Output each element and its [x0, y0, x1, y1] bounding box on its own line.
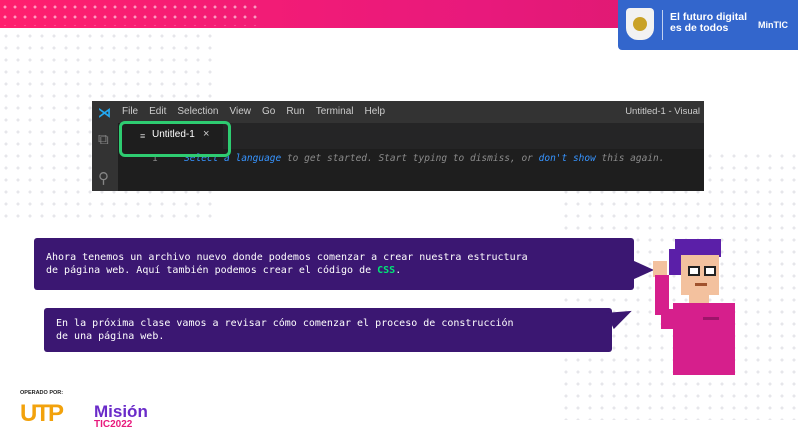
tab-highlight-box [119, 121, 231, 157]
dont-show-link[interactable]: don't show [539, 153, 596, 164]
menu-terminal[interactable]: Terminal [316, 106, 354, 117]
gov-divider [662, 10, 663, 40]
menu-selection[interactable]: Selection [177, 106, 218, 117]
gov-slogan: El futuro digital es de todos [670, 11, 747, 34]
operated-by-label: OPERADO POR: [20, 390, 64, 396]
explorer-files-icon[interactable]: ⧉ [98, 131, 109, 148]
footer-logos: OPERADO POR: UTP Misión TIC2022 [18, 388, 188, 430]
menu-file[interactable]: File [122, 106, 138, 117]
bubble2-line2: de una página web. [56, 331, 165, 342]
editor-hint: Select a language to get started. Start … [184, 153, 664, 164]
colombia-shield-icon [626, 8, 654, 40]
search-icon[interactable]: ⚲ [98, 169, 109, 187]
vscode-logo-icon: ⋊ [98, 105, 111, 120]
hint-text-1: to get started. Start typing to dismiss,… [281, 153, 539, 164]
mision-tic-logo: TIC2022 [94, 419, 133, 430]
speech-bubble-2: En la próxima clase vamos a revisar cómo… [44, 308, 612, 352]
bubble1-line2: de página web. Aquí también podemos crea… [46, 265, 378, 276]
css-highlight: CSS [377, 265, 396, 276]
banner-dot-pattern [0, 2, 260, 26]
gov-banner: El futuro digital es de todos MinTIC [618, 0, 798, 50]
hint-text-2: this again. [595, 153, 665, 164]
menu-go[interactable]: Go [262, 106, 275, 117]
window-title: Untitled-1 - Visual [625, 106, 700, 117]
vscode-menu: File Edit Selection View Go Run Terminal… [122, 106, 385, 117]
menu-view[interactable]: View [230, 106, 252, 117]
menu-run[interactable]: Run [286, 106, 304, 117]
pixel-character-illustration [653, 239, 735, 375]
bubble1-end: . [395, 265, 402, 276]
bubble1-line1: Ahora tenemos un archivo nuevo donde pod… [46, 252, 528, 263]
activity-bar: ⧉ ⚲ [92, 123, 118, 191]
mintic-label: MinTIC [758, 20, 788, 30]
menu-edit[interactable]: Edit [149, 106, 166, 117]
menu-help[interactable]: Help [365, 106, 386, 117]
bubble2-line1: En la próxima clase vamos a revisar cómo… [56, 318, 514, 329]
speech-bubble-1: Ahora tenemos un archivo nuevo donde pod… [34, 238, 634, 290]
utp-logo: UTP [20, 400, 64, 427]
vscode-menubar: ⋊ File Edit Selection View Go Run Termin… [92, 101, 704, 123]
